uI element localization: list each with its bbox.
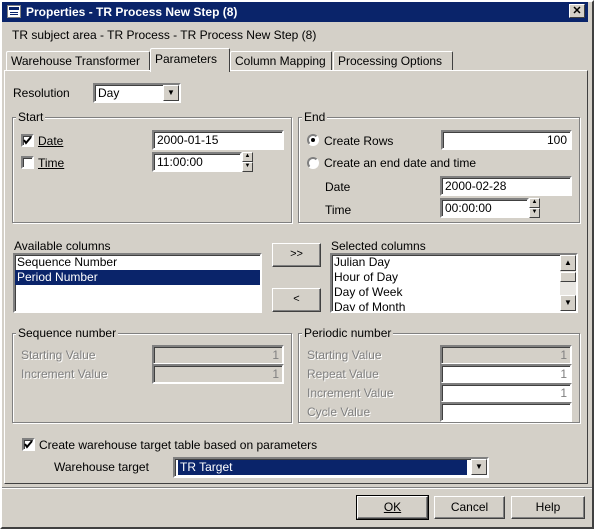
end-date-label: Date <box>325 180 351 194</box>
remove-columns-label: < <box>293 293 300 305</box>
help-button[interactable]: Help <box>511 496 585 519</box>
warehouse-target-dropdown-button[interactable]: ▼ <box>471 459 487 475</box>
periodic-number-title: Periodic number <box>302 326 394 340</box>
ok-button[interactable]: OK <box>356 495 429 520</box>
list-item[interactable]: Hour of Day <box>332 270 576 285</box>
end-time-spinner[interactable]: ▲ ▼ <box>529 198 540 218</box>
per-increment-value-input: 1 <box>440 383 572 403</box>
checkmark-icon <box>23 136 32 145</box>
close-icon: ✕ <box>572 5 582 17</box>
end-time-label: Time <box>325 203 352 217</box>
warehouse-target-value: TR Target <box>178 460 467 475</box>
ok-button-label: OK <box>383 500 402 514</box>
resolution-label: Resolution <box>13 86 70 100</box>
tab-processing-options[interactable]: Processing Options <box>333 51 453 71</box>
per-cycle-value-label: Cycle Value <box>307 405 371 419</box>
create-target-checkbox[interactable] <box>22 438 35 451</box>
remove-columns-button[interactable]: < <box>272 288 321 312</box>
tab-warehouse-transformer[interactable]: Warehouse Transformer <box>6 51 150 71</box>
checkmark-icon <box>24 440 33 449</box>
seq-increment-value-label: Increment Value <box>21 367 108 381</box>
warehouse-target-label: Warehouse target <box>54 460 149 474</box>
start-time-label: Time <box>38 156 64 170</box>
seq-starting-value-input: 1 <box>152 345 284 365</box>
resolution-dropdown-button[interactable]: ▼ <box>163 85 179 101</box>
chevron-down-icon: ▼ <box>167 88 175 97</box>
per-starting-value-label: Starting Value <box>307 348 382 362</box>
start-time-spinner[interactable]: ▲ ▼ <box>242 152 253 172</box>
create-end-date-label: Create an end date and time <box>324 156 477 170</box>
list-item[interactable]: Day of Month <box>332 300 576 311</box>
selected-columns-scrollbar[interactable]: ▲ ▼ <box>560 255 576 311</box>
help-button-label: Help <box>535 500 561 514</box>
start-date-checkbox[interactable] <box>21 134 34 147</box>
arrow-up-icon[interactable]: ▲ <box>242 152 253 162</box>
arrow-up-icon[interactable]: ▲ <box>560 255 576 271</box>
chevron-down-icon: ▼ <box>475 462 483 471</box>
arrow-down-icon[interactable]: ▼ <box>529 208 540 218</box>
per-repeat-value-label: Repeat Value <box>307 367 379 381</box>
start-time-checkbox[interactable] <box>21 156 34 169</box>
window-title: Properties - TR Process New Step (8) <box>26 5 238 19</box>
create-rows-input[interactable]: 100 <box>441 130 572 150</box>
arrow-up-icon[interactable]: ▲ <box>529 198 540 208</box>
arrow-down-icon[interactable]: ▼ <box>242 162 253 172</box>
tab-label: Processing Options <box>338 54 443 68</box>
resolution-value: Day <box>98 86 120 100</box>
scroll-thumb[interactable] <box>560 272 576 282</box>
list-item[interactable]: Julian Day <box>332 255 576 270</box>
create-target-label: Create warehouse target table based on p… <box>39 438 318 452</box>
tab-column-mapping[interactable]: Column Mapping <box>230 51 332 71</box>
available-columns-list[interactable]: Sequence Number Period Number <box>13 253 262 313</box>
close-button[interactable]: ✕ <box>569 4 585 18</box>
per-increment-value-label: Increment Value <box>307 386 394 400</box>
start-date-input[interactable]: 2000-01-15 <box>152 130 284 150</box>
per-cycle-value-input <box>440 402 572 422</box>
tab-label: Column Mapping <box>235 54 326 68</box>
end-date-input[interactable]: 2000-02-28 <box>440 176 572 196</box>
list-item[interactable]: Day of Week <box>332 285 576 300</box>
tab-parameters[interactable]: Parameters <box>150 48 230 72</box>
sequence-number-title: Sequence number <box>16 326 119 340</box>
add-columns-label: >> <box>290 248 303 260</box>
add-columns-button[interactable]: >> <box>272 243 321 267</box>
selected-columns-label: Selected columns <box>331 239 426 253</box>
tab-label: Parameters <box>155 52 218 66</box>
window-app-icon <box>7 5 21 18</box>
selected-columns-list[interactable]: Julian Day Hour of Day Day of Week Day o… <box>330 253 578 313</box>
title-bar[interactable]: Properties - TR Process New Step (8) ✕ <box>2 2 588 22</box>
available-columns-label: Available columns <box>14 239 111 253</box>
start-date-label-text: Date <box>38 134 64 148</box>
warehouse-target-select[interactable]: TR Target <box>173 457 489 478</box>
end-group-title: End <box>302 110 328 124</box>
tab-label: Warehouse Transformer <box>11 54 140 68</box>
seq-increment-value-input: 1 <box>152 364 284 384</box>
cancel-button[interactable]: Cancel <box>434 496 505 519</box>
cancel-button-label: Cancel <box>450 500 489 514</box>
seq-starting-value-label: Starting Value <box>21 348 96 362</box>
create-rows-radio[interactable] <box>307 134 319 146</box>
create-rows-label: Create Rows <box>324 134 394 148</box>
per-starting-value-input: 1 <box>440 345 572 365</box>
end-time-input[interactable]: 00:00:00 <box>440 198 529 218</box>
button-bar-divider <box>2 487 592 489</box>
list-item[interactable]: Sequence Number <box>15 255 260 270</box>
create-end-date-radio[interactable] <box>307 157 319 169</box>
list-item[interactable]: Period Number <box>15 270 260 285</box>
start-date-label: Date <box>38 134 63 148</box>
start-time-input[interactable]: 11:00:00 <box>152 152 242 172</box>
start-time-label-text: Time <box>38 156 65 170</box>
per-repeat-value-input: 1 <box>440 364 572 384</box>
start-group-title: Start <box>16 110 46 124</box>
arrow-down-icon[interactable]: ▼ <box>560 295 576 311</box>
step-path-label: TR subject area - TR Process - TR Proces… <box>12 28 317 42</box>
